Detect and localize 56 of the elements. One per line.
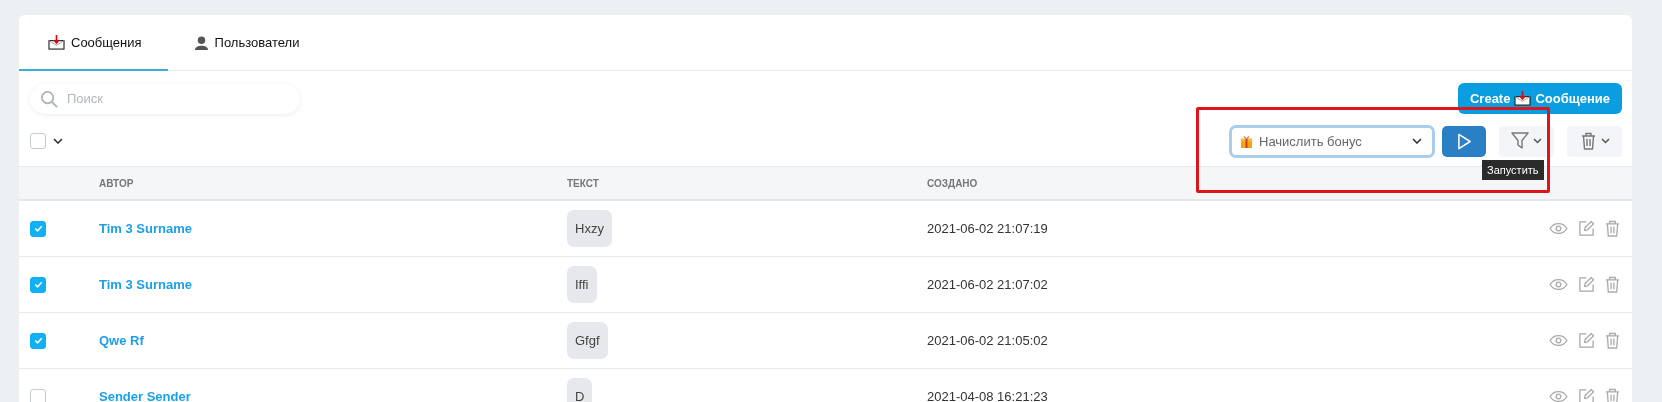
- row-checkbox[interactable]: [30, 220, 46, 237]
- play-icon: [1456, 132, 1472, 150]
- delete-menu-button[interactable]: [1567, 125, 1622, 157]
- text-chip: Gfgf: [567, 322, 608, 359]
- view-icon[interactable]: [1549, 334, 1568, 347]
- column-header[interactable]: АВТОР: [99, 177, 567, 189]
- text-chip: D: [567, 378, 593, 402]
- tab[interactable]: Сообщения: [19, 15, 168, 71]
- trash-icon[interactable]: [1605, 276, 1620, 293]
- trash-icon: [1579, 132, 1597, 150]
- create-button[interactable]: Create Сообщение: [1457, 83, 1622, 114]
- trash-icon[interactable]: [1605, 220, 1620, 237]
- chevron-down-icon: [1533, 138, 1542, 144]
- edit-icon[interactable]: [1578, 332, 1595, 349]
- column-header[interactable]: СОЗДАНО: [927, 177, 1620, 189]
- trash-icon[interactable]: [1605, 332, 1620, 349]
- column-header[interactable]: ТЕКСТ: [567, 177, 927, 189]
- tab[interactable]: Пользователи: [167, 15, 326, 71]
- edit-icon[interactable]: [1578, 220, 1595, 237]
- trash-icon[interactable]: [1605, 388, 1620, 402]
- row-checkbox[interactable]: [30, 388, 46, 402]
- created-date: 2021-04-08 16:21:23: [927, 389, 1049, 402]
- created-date: 2021-06-02 21:07:02: [927, 277, 1049, 292]
- search-icon: [40, 89, 59, 109]
- bulk-action-dropdown[interactable]: Начислить бонус: [1229, 124, 1435, 158]
- row-checkbox[interactable]: [30, 332, 46, 349]
- chevron-down-icon: [1600, 138, 1610, 144]
- chevron-down-icon: [1412, 138, 1422, 144]
- envelope-arrow-icon: [48, 34, 65, 50]
- search-field[interactable]: Поиск: [30, 83, 300, 114]
- envelope-arrow-icon: [1514, 91, 1532, 106]
- view-icon[interactable]: [1549, 222, 1568, 235]
- edit-icon[interactable]: [1578, 388, 1595, 402]
- check-icon: [32, 335, 44, 346]
- check-icon: [32, 223, 44, 234]
- tooltip: Запустить: [1482, 159, 1544, 180]
- author-link[interactable]: Sender Sender: [99, 389, 191, 402]
- view-icon[interactable]: [1549, 278, 1568, 291]
- author-link[interactable]: Tim 3 Surname: [99, 277, 192, 292]
- filter-button[interactable]: [1499, 125, 1554, 157]
- check-icon: [32, 279, 44, 290]
- row-checkbox[interactable]: [30, 276, 46, 293]
- created-date: 2021-06-02 21:07:19: [927, 221, 1049, 236]
- gift-icon: [1240, 133, 1253, 149]
- user-silhouette-icon: [193, 34, 209, 50]
- created-date: 2021-06-02 21:05:02: [927, 333, 1049, 348]
- chevron-down-icon[interactable]: [53, 138, 63, 144]
- author-link[interactable]: Qwe Rf: [99, 333, 144, 348]
- filter-icon: [1511, 132, 1529, 150]
- text-chip: Hxzy: [567, 210, 612, 247]
- select-all-checkbox[interactable]: [30, 133, 46, 149]
- run-button[interactable]: [1442, 125, 1486, 157]
- view-icon[interactable]: [1549, 390, 1568, 402]
- text-chip: Iffi: [567, 266, 597, 303]
- author-link[interactable]: Tim 3 Surname: [99, 221, 192, 236]
- edit-icon[interactable]: [1578, 276, 1595, 293]
